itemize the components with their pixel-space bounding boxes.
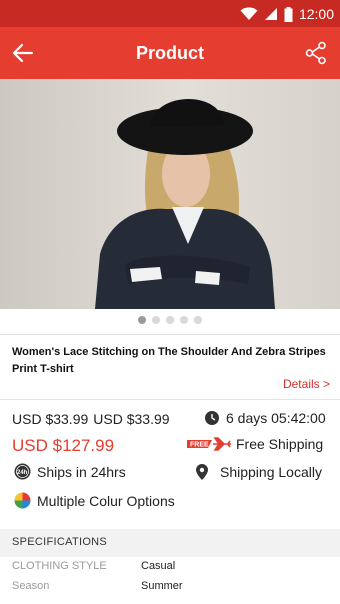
status-time: 12:00 bbox=[298, 6, 334, 22]
pager-dot[interactable] bbox=[180, 316, 188, 324]
location-pin-icon bbox=[196, 464, 208, 480]
spec-key: CLOTHING STYLE bbox=[12, 560, 107, 572]
ships-in-24hrs: 24h Ships in 24hrs bbox=[14, 463, 126, 480]
spec-key: Season bbox=[12, 580, 50, 592]
24h-icon: 24h bbox=[14, 463, 31, 480]
app-bar: Product bbox=[0, 27, 340, 79]
shipping-locally-text: Shipping Locally bbox=[220, 464, 322, 480]
page-title: Product bbox=[135, 43, 204, 63]
product-image[interactable] bbox=[0, 79, 340, 309]
old-price: USD $33.99 bbox=[93, 411, 170, 427]
pager-dot[interactable] bbox=[138, 316, 146, 324]
color-wheel-icon bbox=[14, 492, 31, 509]
share-icon[interactable] bbox=[304, 41, 328, 65]
free-shipping-text: Free Shipping bbox=[236, 436, 324, 452]
countdown-text: 6 days 05:42:00 bbox=[226, 410, 326, 426]
plane-icon: FREE bbox=[187, 437, 231, 451]
spec-value: Summer bbox=[141, 580, 183, 592]
colour-options[interactable]: Multiple Colur Options bbox=[14, 492, 175, 509]
wifi-icon bbox=[240, 7, 258, 20]
status-icons: 12:00 bbox=[240, 5, 334, 23]
shipping-locally: Shipping Locally bbox=[196, 464, 322, 480]
free-badge-text: FREE bbox=[190, 442, 209, 449]
battery-icon bbox=[284, 6, 293, 22]
pager-dot[interactable] bbox=[152, 316, 160, 324]
countdown: 6 days 05:42:00 bbox=[205, 410, 326, 426]
image-pager[interactable] bbox=[0, 316, 340, 326]
pager-dot[interactable] bbox=[194, 316, 202, 324]
divider bbox=[0, 399, 340, 400]
pager-dot[interactable] bbox=[166, 316, 174, 324]
product-photo-illustration bbox=[0, 79, 340, 309]
original-prices: USD $33.99 USD $33.99 bbox=[12, 411, 175, 427]
clock-icon bbox=[205, 411, 219, 425]
signal-icon bbox=[264, 8, 277, 20]
status-bar: 12:00 bbox=[0, 0, 340, 27]
sale-price: USD $127.99 bbox=[12, 436, 115, 455]
old-price: USD $33.99 bbox=[12, 411, 89, 427]
product-title: Women's Lace Stitching on The Shoulder A… bbox=[12, 346, 326, 375]
details-link[interactable]: Details > bbox=[283, 377, 330, 391]
specifications-header: SPECIFICATIONS bbox=[0, 529, 340, 557]
colour-options-text: Multiple Colur Options bbox=[37, 492, 175, 509]
spec-value: Casual bbox=[141, 560, 176, 572]
free-shipping: FREE Free Shipping bbox=[186, 436, 323, 452]
ships-24-text: Ships in 24hrs bbox=[37, 463, 126, 480]
svg-text:24h: 24h bbox=[17, 470, 28, 476]
divider bbox=[0, 334, 340, 335]
